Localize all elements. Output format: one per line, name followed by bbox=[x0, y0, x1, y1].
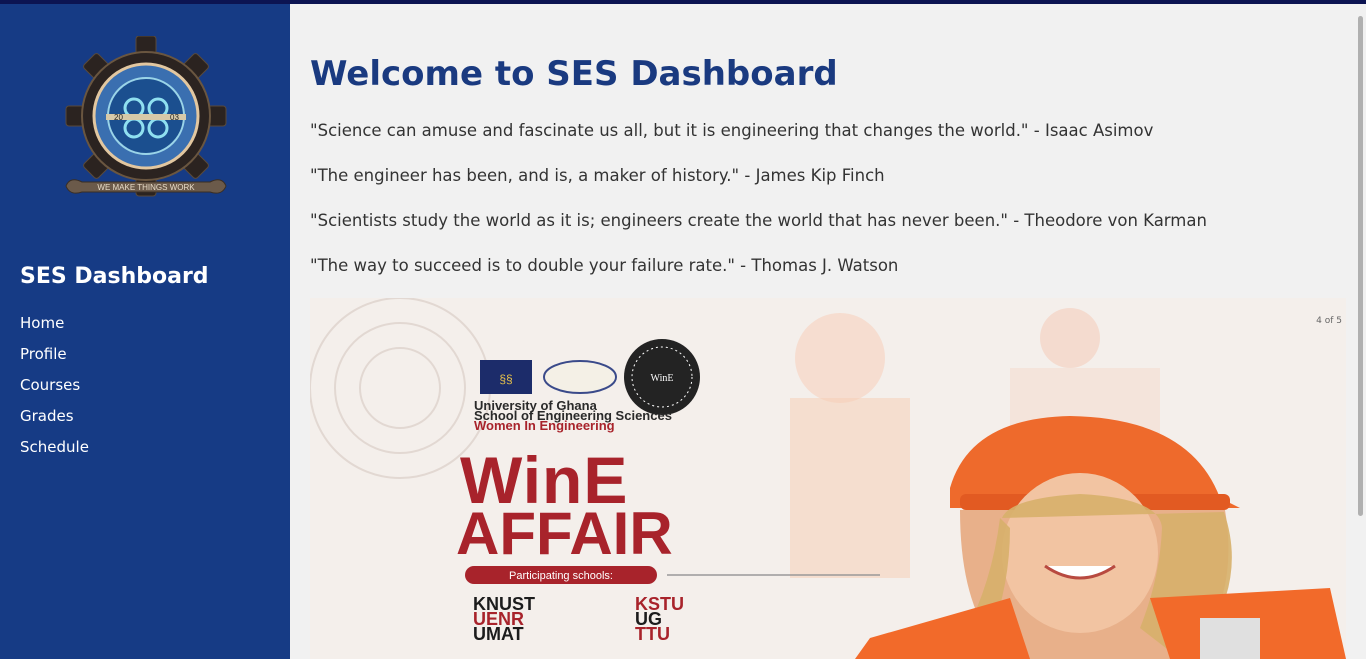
svg-text:Participating schools:: Participating schools: bbox=[509, 570, 613, 582]
nav-item-profile: Profile bbox=[20, 345, 89, 376]
svg-text:20: 20 bbox=[114, 113, 123, 122]
svg-text:UMAT: UMAT bbox=[473, 624, 524, 644]
page-scrollbar[interactable] bbox=[1356, 4, 1366, 659]
svg-text:03: 03 bbox=[170, 113, 179, 122]
slide-counter: 4 of 5 bbox=[1316, 316, 1342, 326]
quote-watson: "The way to succeed is to double your fa… bbox=[310, 256, 899, 275]
svg-text:WE MAKE THINGS WORK: WE MAKE THINGS WORK bbox=[97, 183, 195, 192]
nav-item-courses: Courses bbox=[20, 376, 89, 407]
svg-text:AFFAIR: AFFAIR bbox=[456, 500, 673, 567]
sidebar-nav: Home Profile Courses Grades Schedule bbox=[20, 314, 89, 469]
sidebar: 20 03 WE MAKE THINGS WORK SES Dashboard … bbox=[0, 4, 290, 659]
svg-text:WinE: WinE bbox=[651, 373, 674, 384]
sidebar-title: SES Dashboard bbox=[20, 264, 209, 289]
quote-von-karman: "Scientists study the world as it is; en… bbox=[310, 211, 1207, 230]
main-content: Welcome to SES Dashboard "Science can am… bbox=[290, 4, 1356, 659]
quote-finch: "The engineer has been, and is, a maker … bbox=[310, 166, 885, 185]
svg-text:TTU: TTU bbox=[635, 624, 670, 644]
nav-link-schedule[interactable]: Schedule bbox=[20, 438, 89, 456]
quote-asimov: "Science can amuse and fascinate us all,… bbox=[310, 121, 1154, 140]
nav-link-grades[interactable]: Grades bbox=[20, 407, 74, 425]
page-title: Welcome to SES Dashboard bbox=[310, 54, 838, 94]
scrollbar-thumb[interactable] bbox=[1358, 16, 1363, 516]
nav-item-home: Home bbox=[20, 314, 89, 345]
slide-image: §§ WinE University of Ghana School of En… bbox=[310, 298, 1346, 659]
nav-item-schedule: Schedule bbox=[20, 438, 89, 469]
nav-link-courses[interactable]: Courses bbox=[20, 376, 80, 394]
svg-text:Women In Engineering: Women In Engineering bbox=[474, 418, 615, 433]
nav-item-grades: Grades bbox=[20, 407, 89, 438]
nav-link-home[interactable]: Home bbox=[20, 314, 64, 332]
slideshow[interactable]: §§ WinE University of Ghana School of En… bbox=[310, 298, 1346, 659]
svg-text:§§: §§ bbox=[499, 372, 512, 386]
nav-link-profile[interactable]: Profile bbox=[20, 345, 67, 363]
school-logo: 20 03 WE MAKE THINGS WORK bbox=[65, 36, 227, 197]
